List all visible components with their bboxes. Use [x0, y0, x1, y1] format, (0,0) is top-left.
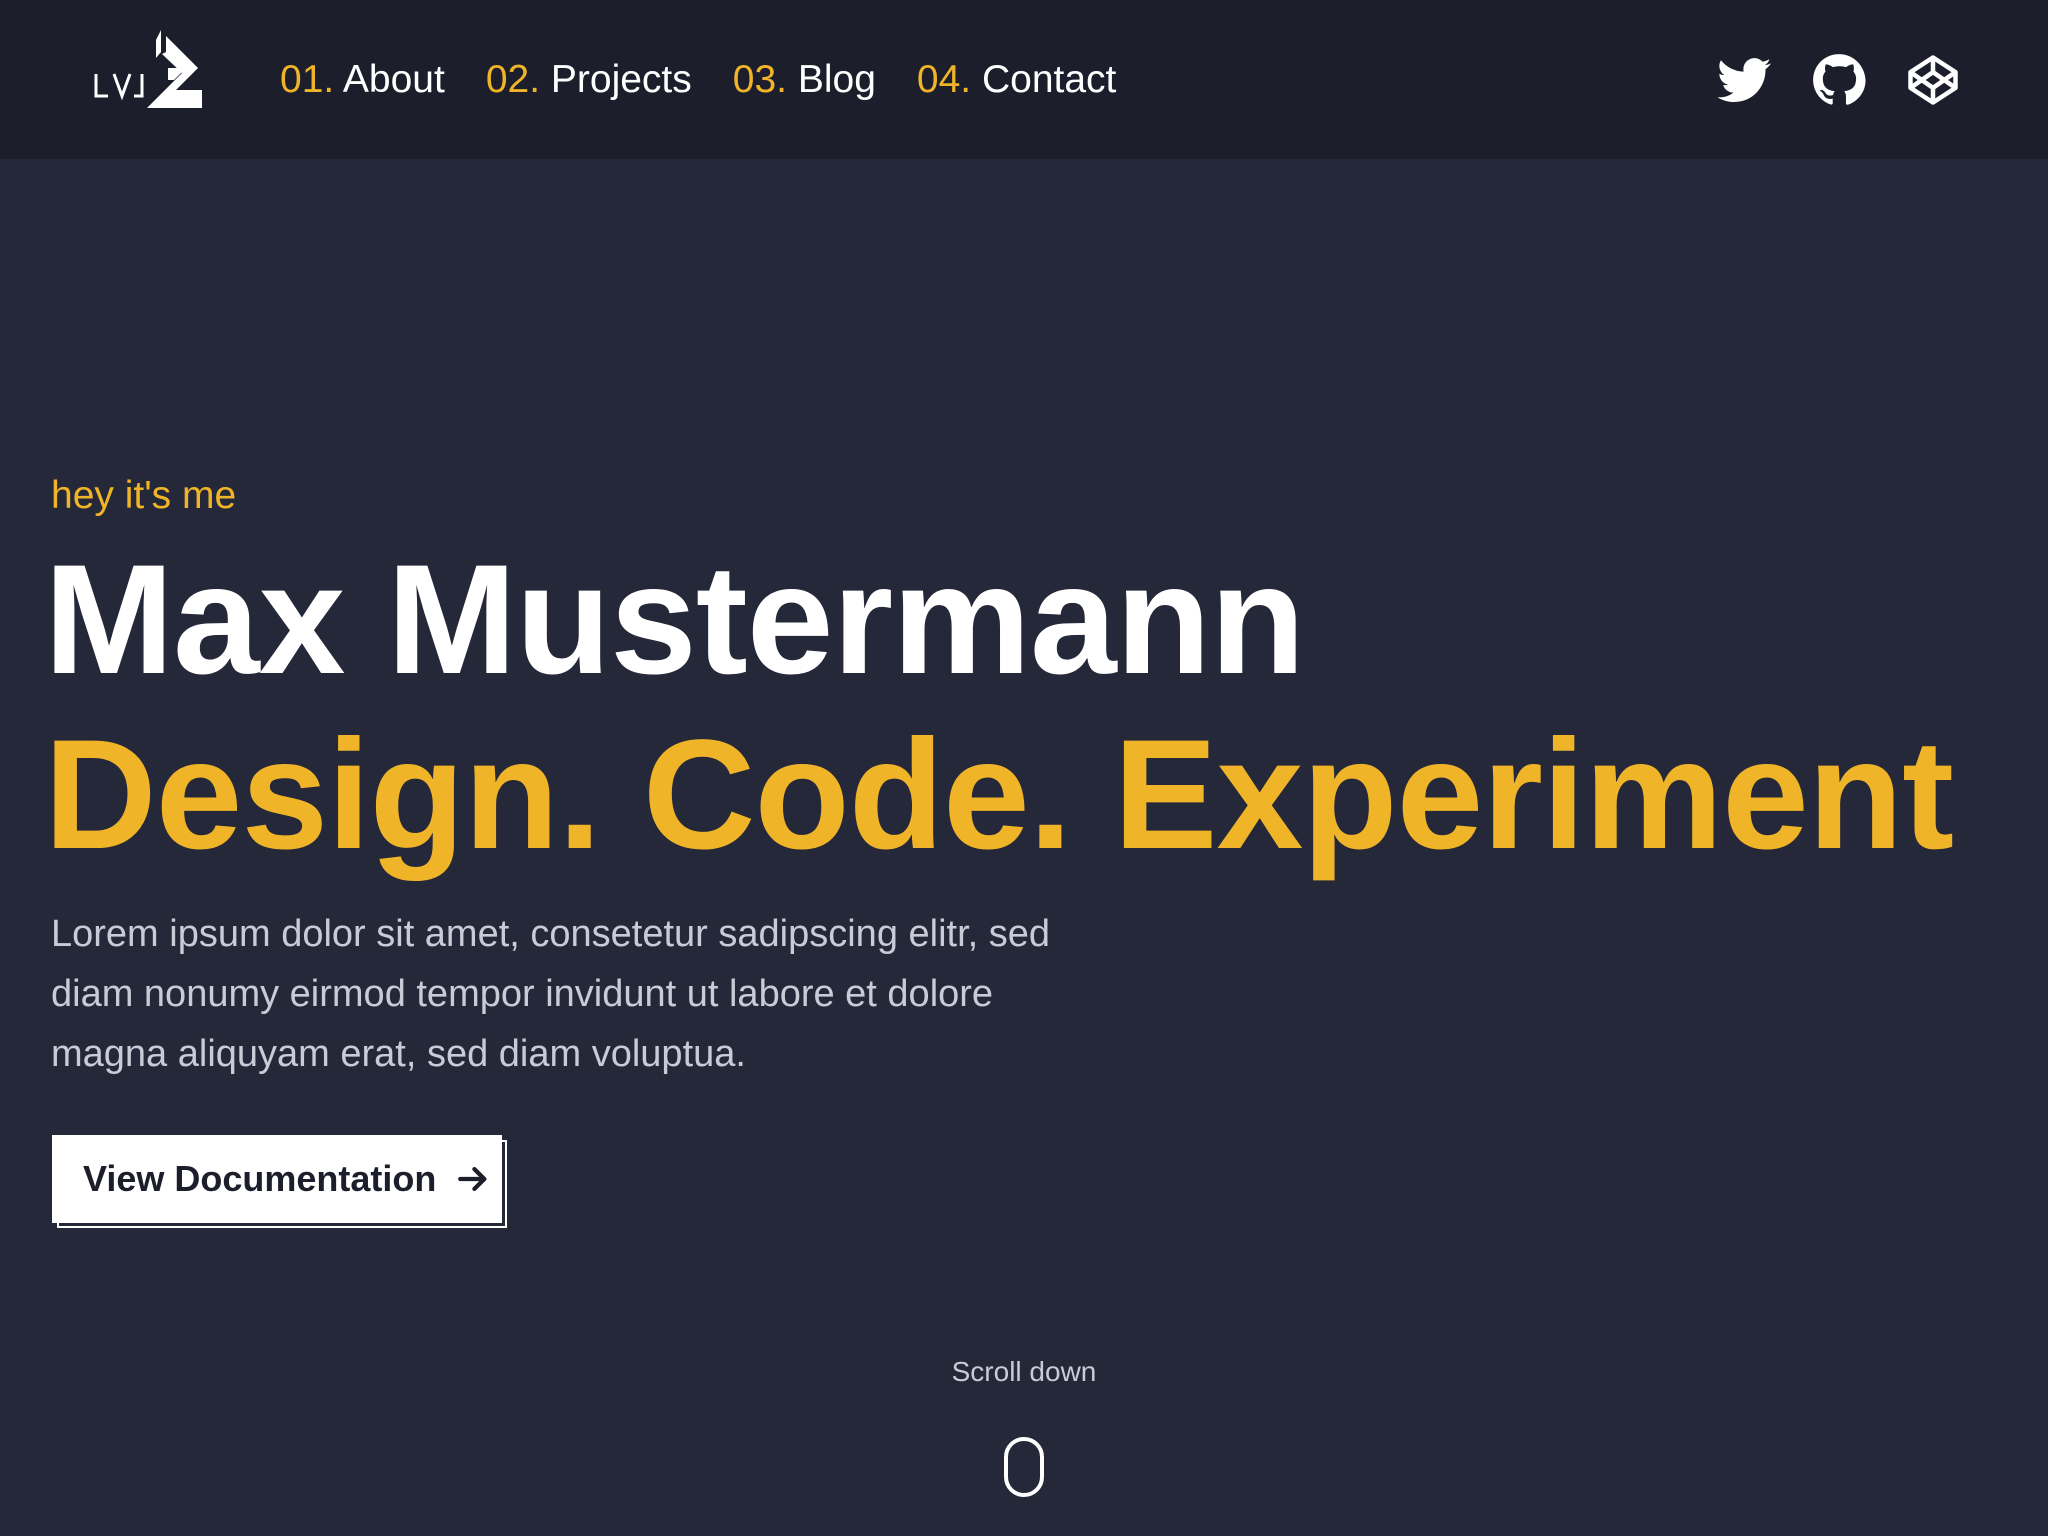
nav-label: About — [342, 57, 445, 101]
nav-item-projects[interactable]: 02. Projects — [486, 58, 692, 102]
scroll-down-label: Scroll down — [951, 1356, 1097, 1387]
main-nav: 01. About 02. Projects 03. Blog 04. Cont… — [280, 0, 1157, 159]
nav-item-blog[interactable]: 03. Blog — [733, 58, 876, 102]
view-documentation-button[interactable]: View Documentation — [52, 1135, 502, 1223]
nav-number: 01. — [280, 57, 335, 101]
logo[interactable] — [90, 28, 210, 116]
codepen-icon[interactable] — [1906, 53, 1960, 107]
nav-label: Blog — [797, 57, 876, 101]
view-documentation-button-wrap: View Documentation — [52, 1135, 508, 1229]
nav-item-contact[interactable]: 04. Contact — [917, 58, 1116, 102]
page: 01. About 02. Projects 03. Blog 04. Cont… — [0, 0, 2048, 1536]
nav-label: Contact — [981, 57, 1117, 101]
nav-number: 02. — [485, 57, 541, 101]
hero-name: Max Mustermann — [44, 533, 1305, 707]
github-icon[interactable] — [1812, 53, 1866, 107]
nav-number: 04. — [916, 57, 972, 101]
arrow-right-icon — [458, 1166, 487, 1192]
twitter-icon[interactable] — [1718, 53, 1772, 107]
hero-greeting: hey it's me — [51, 474, 237, 517]
site-header: 01. About 02. Projects 03. Blog 04. Cont… — [0, 0, 2048, 159]
hero-tagline: Design. Code. Experiment — [44, 708, 1954, 882]
nav-item-about[interactable]: 01. About — [280, 58, 445, 102]
hero-description: Lorem ipsum dolor sit amet, consetetur s… — [51, 913, 1051, 1075]
mouse-icon[interactable] — [1003, 1436, 1045, 1498]
social-links — [1718, 0, 1960, 159]
nav-number: 03. — [732, 57, 787, 101]
nav-label: Projects — [550, 57, 692, 101]
button-label: View Documentation — [83, 1158, 437, 1199]
